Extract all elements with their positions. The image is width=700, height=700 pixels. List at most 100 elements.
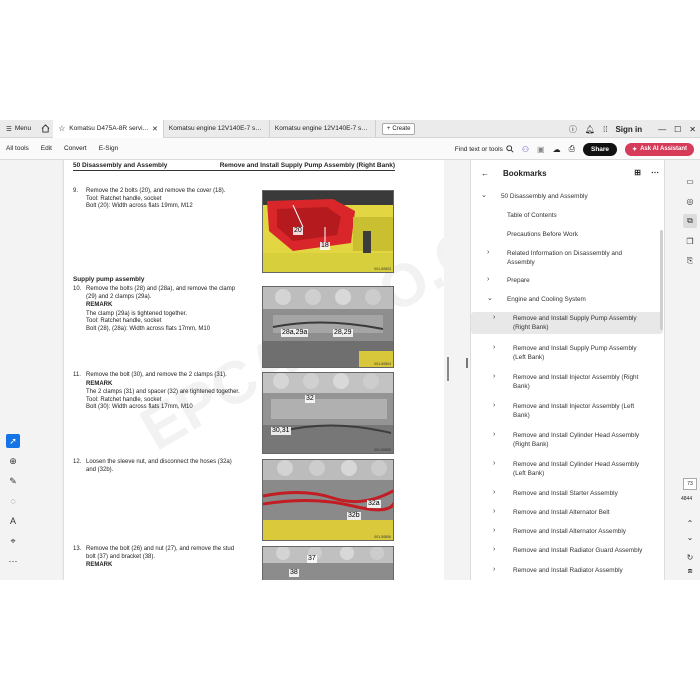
bookmarks-scrollbar[interactable] xyxy=(660,230,663,330)
toolbar-right: Find text or tools ⚇ ▣ ☁ ⎙ Share ✦ Ask A… xyxy=(455,138,694,160)
chevron-right-icon[interactable]: › xyxy=(493,459,495,468)
document-viewport[interactable]: 50 Disassembly and Assembly Remove and I… xyxy=(24,160,464,580)
chevron-right-icon[interactable]: › xyxy=(493,343,495,352)
chevron-right-icon[interactable]: › xyxy=(493,372,495,381)
bookmark-item[interactable]: › Remove and Install Radiator Assembly xyxy=(471,564,663,577)
maximize-icon[interactable]: ☐ xyxy=(674,125,681,134)
chevron-down-icon[interactable]: ⌄ xyxy=(683,530,697,544)
minimize-icon[interactable]: — xyxy=(658,125,666,134)
figure-photo: 32a 32b 001-50806 xyxy=(262,459,394,541)
bookmark-item[interactable]: › Related Information on Disassembly and … xyxy=(471,247,663,269)
home-button[interactable] xyxy=(37,120,53,138)
comment-icon[interactable]: ▭ xyxy=(683,174,697,188)
tab-document-2[interactable]: Komatsu engine 12V140E-7 servi... xyxy=(164,120,270,138)
figure-callout: 30,31 xyxy=(271,427,291,435)
chevron-right-icon[interactable]: › xyxy=(493,526,495,535)
page-thumbnails-icon[interactable]: ❐ xyxy=(683,234,697,248)
remark-label: REMARK xyxy=(86,302,113,309)
procedure-step: 13. Remove the bolt (26) and nut (27), a… xyxy=(73,546,258,576)
close-icon[interactable]: ✕ xyxy=(152,125,158,133)
draw-tool[interactable]: ✎ xyxy=(6,474,20,488)
figure-callout: 32a xyxy=(367,500,381,508)
home-icon xyxy=(41,124,50,133)
tab-document-3[interactable]: Komatsu engine 12V140E-7 servi... xyxy=(270,120,376,138)
upload-icon[interactable]: ☁ xyxy=(553,145,561,154)
share-button[interactable]: Share xyxy=(582,142,618,156)
fit-page-icon[interactable]: ⧈ xyxy=(683,564,697,578)
chevron-right-icon[interactable]: › xyxy=(493,488,495,497)
help-icon[interactable]: ⓘ xyxy=(569,124,577,135)
toolbar-item-all-tools[interactable]: All tools xyxy=(0,145,35,152)
bell-icon[interactable]: 🔔︎ xyxy=(585,125,595,134)
bookmarks-icon[interactable]: ⧉ xyxy=(683,214,697,228)
chevron-right-icon[interactable]: › xyxy=(493,507,495,516)
bookmark-item[interactable]: › Remove and Install Alternator Belt xyxy=(471,506,663,519)
stamp-tool[interactable]: ⌖ xyxy=(6,534,20,548)
ai-assistant-label: Ask AI Assistant xyxy=(640,146,687,152)
bookmarks-panel: ← Bookmarks ⊞ ⋯ ⌄ 50 Disassembly and Asse… xyxy=(470,160,664,580)
find-tools-button[interactable]: Find text or tools xyxy=(455,145,514,153)
apps-icon[interactable]: ⁞⁞ xyxy=(603,125,607,134)
bookmark-item[interactable]: › Remove and Install Radiator Guard Assem… xyxy=(471,544,663,566)
save-icon[interactable]: ▣ xyxy=(537,145,545,154)
rotate-icon[interactable]: ↻ xyxy=(683,550,697,564)
figure-code: 001-50806 xyxy=(374,535,391,539)
step-text: Remove the bolt (30), and remove the 2 c… xyxy=(86,372,227,378)
chevron-right-icon[interactable]: › xyxy=(487,275,489,284)
bookmark-item[interactable]: ⌄ 50 Disassembly and Assembly xyxy=(471,190,663,203)
bookmark-item[interactable]: › Prepare xyxy=(471,274,663,287)
bookmark-item[interactable]: › Remove and Install Supply Pump Assembly… xyxy=(471,312,663,334)
chevron-down-icon[interactable]: ⌄ xyxy=(487,294,493,303)
bookmark-item[interactable]: › Remove and Install Supply Pump Assembly… xyxy=(471,342,663,364)
menu-button[interactable]: ☰ Menu xyxy=(0,120,37,138)
bookmark-label: Remove and Install Cylinder Head Assembl… xyxy=(513,432,640,448)
shape-tool[interactable]: ◌ xyxy=(6,494,20,508)
back-arrow-icon[interactable]: ← xyxy=(481,169,489,178)
create-button[interactable]: + Create xyxy=(381,122,416,135)
text-tool[interactable]: A xyxy=(6,514,20,528)
chevron-up-icon[interactable]: ⌃ xyxy=(683,516,697,530)
toolbar-item-esign[interactable]: E-Sign xyxy=(93,145,125,152)
bookmark-item[interactable]: › Remove and Install Injector Assembly (L… xyxy=(471,400,663,422)
chevron-right-icon[interactable]: › xyxy=(493,430,495,439)
print-icon[interactable]: ⎙ xyxy=(569,144,575,154)
close-window-icon[interactable]: ✕ xyxy=(689,125,696,134)
attachments-icon[interactable]: ⎘ xyxy=(683,254,697,268)
more-tools-icon[interactable]: ⋯ xyxy=(6,554,20,568)
remark-label: REMARK xyxy=(86,562,113,569)
bookmark-item[interactable]: › Remove and Install Cylinder Head Assemb… xyxy=(471,458,663,480)
bookmark-item[interactable]: › Remove and Install Cylinder Head Assemb… xyxy=(471,429,663,451)
ai-summary-icon[interactable]: ◎ xyxy=(683,194,697,208)
sign-in-button[interactable]: Sign in xyxy=(615,125,642,134)
tab-document-1[interactable]: ☆ Komatsu D475A-8R servi... ✕ xyxy=(53,120,164,138)
bookmark-item[interactable]: › Remove and Install Alternator Assembly xyxy=(471,525,663,538)
chevron-right-icon[interactable]: › xyxy=(493,565,495,574)
bookmark-item[interactable]: ⌄ Engine and Cooling System xyxy=(471,293,663,306)
chevron-right-icon[interactable]: › xyxy=(493,545,495,554)
bookmark-item[interactable]: Precautions Before Work xyxy=(471,228,663,241)
compare-icon[interactable]: ⚇ xyxy=(522,145,529,154)
bookmark-item[interactable]: Table of Contents xyxy=(471,209,663,222)
figure-callout: 28,29 xyxy=(333,329,353,337)
bookmark-item[interactable]: › Remove and Install Injector Assembly (R… xyxy=(471,371,663,393)
page-number-input[interactable]: 73 xyxy=(683,478,697,490)
splitter-grip[interactable] xyxy=(466,358,468,368)
chevron-down-icon[interactable]: ⌄ xyxy=(481,191,487,200)
more-options-icon[interactable]: ⋯ xyxy=(651,168,659,177)
toolbar-item-edit[interactable]: Edit xyxy=(35,145,58,152)
step-text: Tool: Ratchet handle, socket xyxy=(86,318,162,325)
select-tool[interactable]: ➚ xyxy=(6,434,20,448)
chevron-right-icon[interactable]: › xyxy=(493,401,495,410)
document-scroll-thumb[interactable] xyxy=(447,357,449,381)
panel-splitter[interactable] xyxy=(465,160,469,580)
chevron-right-icon[interactable]: › xyxy=(493,313,495,322)
star-icon[interactable]: ☆ xyxy=(58,124,65,133)
toolbar-item-convert[interactable]: Convert xyxy=(58,145,93,152)
chevron-right-icon[interactable]: › xyxy=(487,248,489,257)
add-bookmark-icon[interactable]: ⊞ xyxy=(634,168,641,177)
zoom-comment-tool[interactable]: ⊕ xyxy=(6,454,20,468)
step-text: Tool: Ratchet handle, socket xyxy=(86,195,162,202)
bookmark-label: Remove and Install Radiator Guard Assemb… xyxy=(513,547,643,554)
ai-assistant-button[interactable]: ✦ Ask AI Assistant xyxy=(625,142,694,156)
bookmark-item[interactable]: › Remove and Install Starter Assembly xyxy=(471,487,663,500)
